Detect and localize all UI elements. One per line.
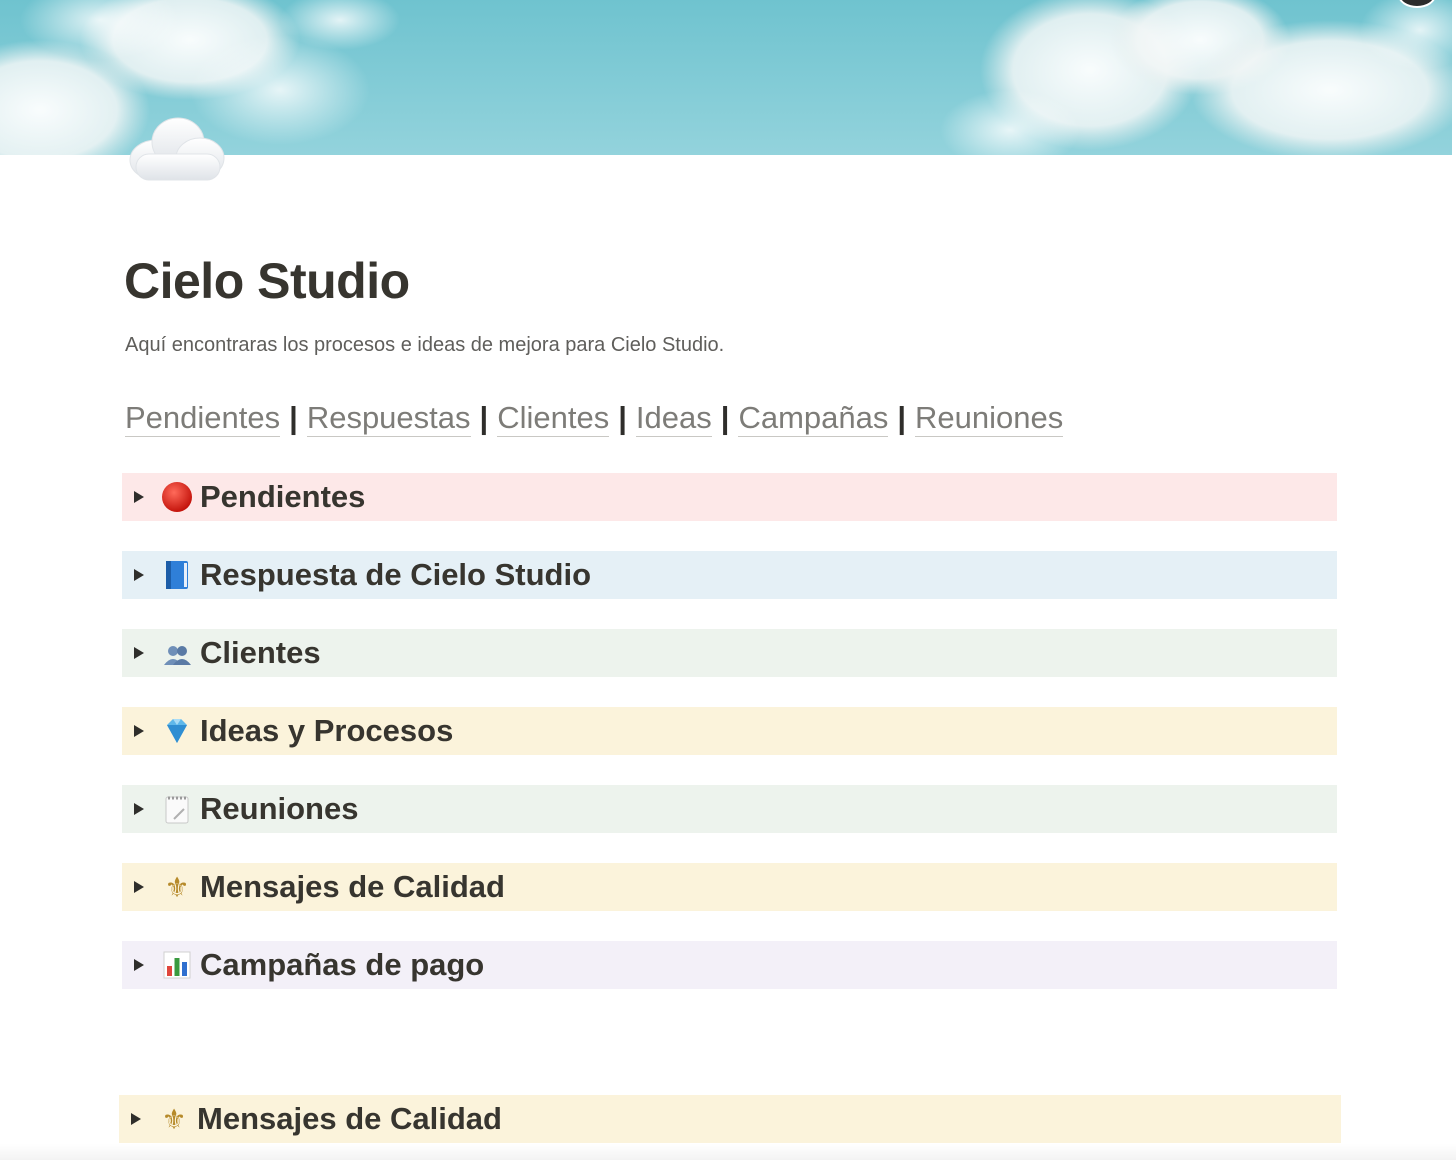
link-separator: | [897, 400, 907, 435]
link-separator: | [720, 400, 730, 435]
gem-icon [160, 714, 194, 748]
toggle-label: Clientes [200, 635, 321, 670]
toggle-arrow-icon[interactable] [134, 803, 144, 815]
blue-book-icon [160, 558, 194, 592]
link-reuniones[interactable]: Reuniones [915, 400, 1064, 437]
link-campanas[interactable]: Campañas [738, 400, 889, 437]
people-icon [160, 636, 194, 670]
toggle-respuesta[interactable]: Respuesta de Cielo Studio [122, 551, 1337, 599]
toggle-arrow-icon[interactable] [131, 1113, 141, 1125]
toggle-ideas[interactable]: Ideas y Procesos [122, 707, 1337, 755]
toggle-arrow-icon[interactable] [134, 881, 144, 893]
link-clientes[interactable]: Clientes [497, 400, 610, 437]
toggle-clientes[interactable]: Clientes [122, 629, 1337, 677]
toggle-reuniones[interactable]: Reuniones [122, 785, 1337, 833]
red-circle-icon [160, 480, 194, 514]
fleur-de-lis-icon: ⚜ [164, 870, 190, 904]
fleur-de-lis-icon: ⚜ [161, 1102, 187, 1136]
bar-chart-icon [160, 948, 194, 982]
toggle-label: Campañas de pago [200, 947, 485, 982]
notepad-icon [160, 792, 194, 826]
toggle-label: Mensajes de Calidad [200, 869, 505, 904]
link-separator: | [479, 400, 489, 435]
toggle-arrow-icon[interactable] [134, 725, 144, 737]
toggle-arrow-icon[interactable] [134, 491, 144, 503]
toggle-label: Pendientes [200, 479, 366, 514]
toggle-pendientes[interactable]: Pendientes [122, 473, 1337, 521]
page-description[interactable]: Aquí encontraras los procesos e ideas de… [125, 334, 724, 357]
toggle-mensajes-calidad-bottom[interactable]: ⚜ Mensajes de Calidad [119, 1095, 1341, 1143]
toggle-label: Ideas y Procesos [200, 713, 454, 748]
toggle-label: Reuniones [200, 791, 359, 826]
link-respuestas[interactable]: Respuestas [306, 400, 471, 437]
link-separator: | [289, 400, 298, 435]
toggle-arrow-icon[interactable] [134, 959, 144, 971]
toggle-campanas-pago[interactable]: Campañas de pago [122, 941, 1337, 989]
toggle-label: Respuesta de Cielo Studio [200, 557, 592, 592]
bottom-fade [0, 1144, 1456, 1160]
toggle-mensajes-calidad[interactable]: ⚜ Mensajes de Calidad [122, 863, 1337, 911]
toggle-arrow-icon[interactable] [134, 569, 144, 581]
toggle-label: Mensajes de Calidad [197, 1101, 502, 1136]
link-separator: | [618, 400, 627, 435]
page-title[interactable]: Cielo Studio [124, 252, 410, 310]
link-pendientes[interactable]: Pendientes [125, 400, 281, 437]
link-ideas[interactable]: Ideas [635, 400, 712, 437]
cloud-icon[interactable] [126, 112, 228, 186]
toggle-arrow-icon[interactable] [134, 647, 144, 659]
toggle-list: Pendientes Respuesta de Cielo Studio Cli… [122, 473, 1337, 1019]
quick-links: Pendientes | Respuestas | Clientes | Ideas | Cam… [125, 400, 1064, 437]
